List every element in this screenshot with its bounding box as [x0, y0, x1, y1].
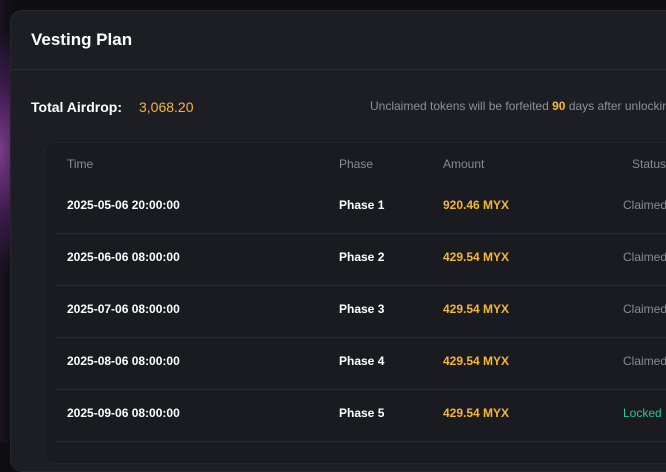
table-row: 2025-07-06 08:00:00 Phase 3 429.54 MYX C… — [55, 285, 666, 338]
header-phase: Phase — [339, 157, 374, 171]
row-amount: 429.54 MYX — [443, 406, 510, 420]
notice-days: 90 — [552, 99, 566, 113]
total-airdrop-label: Total Airdrop: — [31, 99, 122, 115]
row-time: 2025-08-06 08:00:00 — [67, 354, 180, 368]
row-amount: 429.54 MYX — [443, 302, 510, 316]
table-row: 2025-05-06 20:00:00 Phase 1 920.46 MYX C… — [55, 181, 666, 234]
row-status: Claimed — [623, 354, 666, 368]
row-status: Claimed — [623, 198, 666, 212]
row-phase: Phase 2 — [339, 250, 385, 264]
header-status: Status — [632, 157, 666, 171]
vesting-table: Time Phase Amount Status 2025-05-06 20:0… — [44, 142, 666, 464]
row-status: Claimed — [623, 250, 666, 264]
row-amount: 429.54 MYX — [443, 354, 510, 368]
row-status: Locked — [623, 406, 662, 420]
row-status: Claimed — [623, 302, 666, 316]
row-time: 2025-09-06 08:00:00 — [67, 406, 180, 420]
airdrop-summary: Total Airdrop: 3,068.20 Unclaimed tokens… — [31, 97, 666, 117]
header-time: Time — [67, 157, 94, 171]
row-phase: Phase 1 — [339, 198, 385, 212]
table-row: 2025-09-06 08:00:00 Phase 5 429.54 MYX L… — [55, 389, 666, 442]
table-row: 2025-08-06 08:00:00 Phase 4 429.54 MYX C… — [55, 337, 666, 390]
row-amount: 920.46 MYX — [443, 198, 510, 212]
modal-title: Vesting Plan — [31, 30, 133, 49]
notice-prefix: Unclaimed tokens will be forfeited — [370, 99, 549, 113]
row-phase: Phase 3 — [339, 302, 385, 316]
notice-suffix: days after unlocking — [568, 99, 666, 113]
row-amount: 429.54 MYX — [443, 250, 510, 264]
row-time: 2025-07-06 08:00:00 — [67, 302, 180, 316]
row-phase: Phase 5 — [339, 406, 385, 420]
forfeit-notice: Unclaimed tokens will be forfeited 90 da… — [370, 99, 666, 113]
row-phase: Phase 4 — [339, 354, 385, 368]
total-airdrop-value: 3,068.20 — [139, 99, 194, 115]
row-time: 2025-06-06 08:00:00 — [67, 250, 180, 264]
modal-header: Vesting Plan — [11, 11, 666, 70]
header-amount: Amount — [443, 157, 485, 171]
vesting-plan-modal: Vesting Plan Total Airdrop: 3,068.20 Unc… — [10, 10, 666, 472]
table-row: 2025-06-06 08:00:00 Phase 2 429.54 MYX C… — [55, 233, 666, 286]
table-header: Time Phase Amount Status — [45, 143, 666, 181]
row-time: 2025-05-06 20:00:00 — [67, 198, 180, 212]
